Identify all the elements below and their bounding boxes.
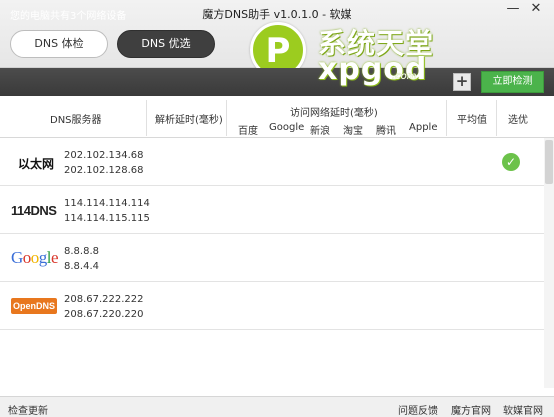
- provider-opendns-logo: OpenDNS: [11, 298, 57, 314]
- primary-ip: 114.114.114.114: [64, 198, 150, 209]
- provider-ethernet-logo: 以太网: [18, 157, 55, 171]
- tab-dns-checkup[interactable]: DNS 体检: [10, 30, 108, 58]
- header-site-baidu: 百度: [238, 126, 258, 137]
- scrollbar-thumb[interactable]: [545, 140, 553, 184]
- table-row[interactable]: [0, 138, 544, 186]
- google-logo-letter: o: [22, 248, 32, 267]
- header-dns-server: DNS服务器: [50, 115, 102, 126]
- secondary-ip: 208.67.220.220: [64, 309, 144, 320]
- device-count-text: 您的电脑共有3个网络设备: [10, 11, 127, 22]
- ruanmei-site-link[interactable]: 软媒官网: [503, 402, 543, 417]
- table-row[interactable]: [0, 234, 544, 282]
- table-row[interactable]: [0, 282, 544, 330]
- header-site-tencent: 腾讯: [376, 126, 396, 137]
- header-access-delay: 访问网络延时(毫秒): [290, 108, 378, 119]
- google-logo-letter: o: [30, 248, 40, 267]
- secondary-ip: 202.102.128.68: [64, 165, 144, 176]
- primary-ip: 202.102.134.68: [64, 150, 144, 161]
- header-divider: [226, 100, 227, 136]
- header-divider: [496, 100, 497, 136]
- header-average: 平均值: [457, 115, 487, 126]
- header-site-google: Google: [269, 122, 305, 133]
- table-row[interactable]: [0, 186, 544, 234]
- detect-now-button[interactable]: 立即检测: [481, 71, 544, 93]
- header-divider: [446, 100, 447, 136]
- google-logo-letter: e: [51, 248, 59, 267]
- tab-dns-optimize[interactable]: DNS 优选: [117, 30, 215, 58]
- provider-114dns-logo: 114DNS: [11, 203, 57, 218]
- secondary-ip: 114.114.115.115: [64, 213, 150, 224]
- header-site-taobao: 淘宝: [343, 126, 363, 137]
- selected-check-icon[interactable]: ✓: [502, 153, 520, 171]
- secondary-ip: 8.8.4.4: [64, 261, 99, 272]
- google-logo-letter: G: [11, 248, 23, 267]
- feedback-link[interactable]: 问题反馈: [398, 402, 438, 417]
- google-logo-letter: g: [38, 248, 48, 267]
- header-site-apple: Apple: [409, 122, 438, 133]
- check-update-link[interactable]: 检查更新: [8, 402, 48, 417]
- watermark-com: .com: [392, 71, 417, 82]
- minimize-button[interactable]: —: [505, 2, 521, 16]
- header-site-sina: 新浪: [310, 126, 330, 137]
- header-select: 选优: [508, 115, 528, 126]
- add-dns-button[interactable]: +: [453, 73, 471, 91]
- provider-google-logo: Google: [11, 248, 59, 268]
- primary-ip: 8.8.8.8: [64, 246, 99, 257]
- header-divider: [146, 100, 147, 136]
- primary-ip: 208.67.222.222: [64, 294, 144, 305]
- mofang-site-link[interactable]: 魔方官网: [451, 402, 491, 417]
- watermark-badge: P: [265, 31, 291, 71]
- close-button[interactable]: ✕: [528, 2, 544, 16]
- header-resolve-delay: 解析延时(毫秒): [155, 115, 223, 126]
